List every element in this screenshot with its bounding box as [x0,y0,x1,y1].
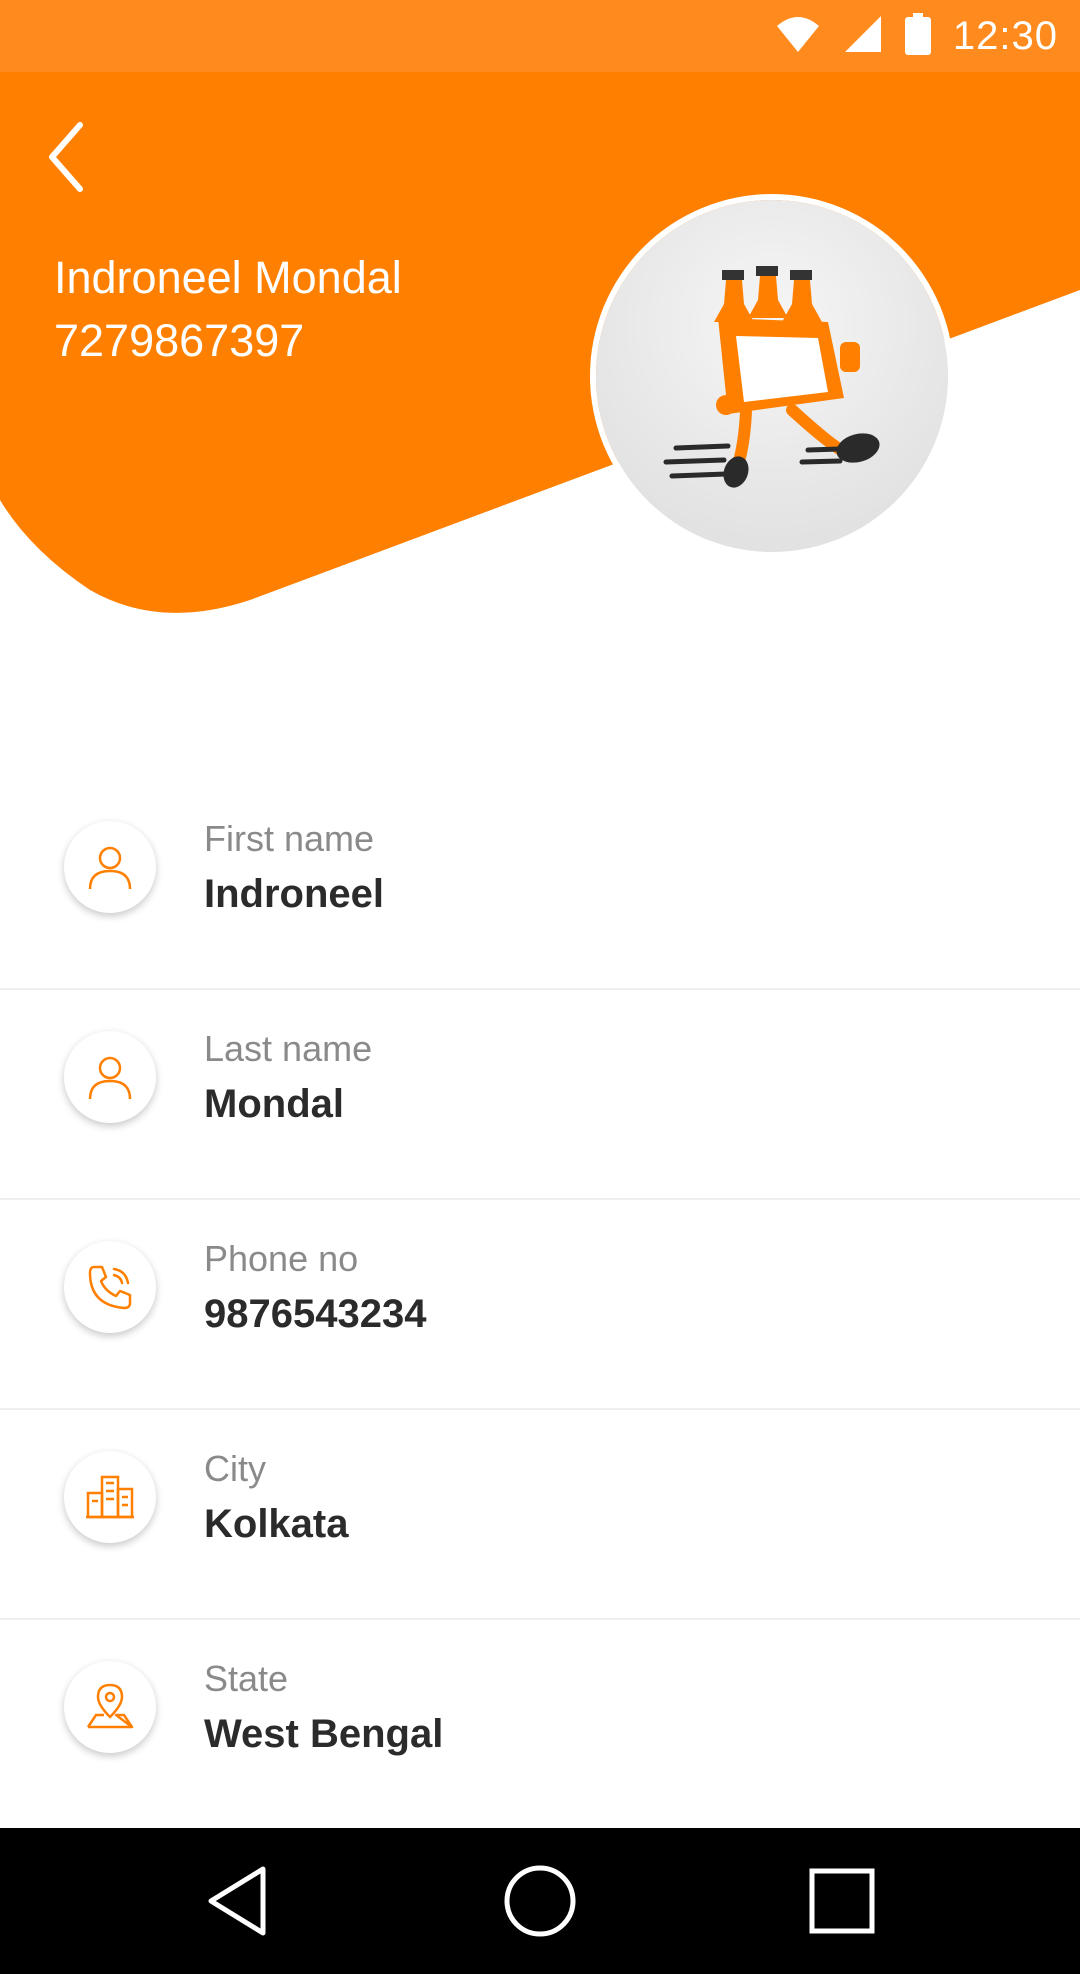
wifi-icon [775,14,821,58]
detail-value: Kolkata [204,1502,349,1546]
detail-label: Last name [204,1028,373,1069]
profile-phone: 7279867397 [54,315,305,366]
profile-name: Indroneel Mondal [54,252,402,303]
back-triangle-icon [208,1866,266,1936]
navigation-bar [0,1828,1080,1974]
detail-label: City [204,1448,266,1489]
detail-value: West Bengal [204,1712,444,1756]
detail-row-state: State West Bengal [0,1620,1080,1830]
detail-row-last-name: Last name Mondal [0,990,1080,1200]
status-bar: 12:30 [0,0,1080,72]
detail-row-phone: Phone no 9876543234 [0,1200,1080,1410]
profile-details-list: First name Indroneel Last name Mondal Ph… [0,780,1080,1830]
back-arrow-icon [49,122,83,192]
nav-home-button[interactable] [500,1861,580,1941]
person-icon [64,821,156,913]
avatar[interactable] [596,200,948,552]
detail-value: Indroneel [204,872,385,916]
nav-recents-button[interactable] [802,1861,882,1941]
detail-label: First name [204,818,375,859]
status-time: 12:30 [952,13,1058,58]
detail-label: Phone no [204,1238,359,1279]
nav-back-button[interactable] [199,1861,279,1941]
detail-label: State [204,1658,289,1699]
recents-square-icon [809,1868,875,1934]
battery-icon [904,13,931,59]
home-circle-icon [504,1865,576,1937]
detail-value: 9876543234 [204,1292,427,1336]
signal-icon [843,14,883,58]
phone-icon [64,1241,156,1333]
location-pin-icon [64,1661,156,1753]
detail-row-first-name: First name Indroneel [0,780,1080,990]
person-icon [64,1031,156,1123]
detail-row-city: City Kolkata [0,1410,1080,1620]
detail-value: Mondal [204,1082,344,1126]
building-icon [64,1451,156,1543]
delivery-runner-logo [663,266,880,488]
back-button[interactable] [40,115,100,205]
